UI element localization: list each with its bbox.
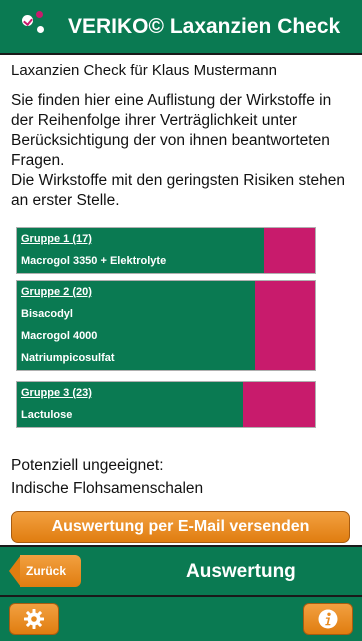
patient-subtitle: Laxanzien Check für Klaus Mustermann <box>11 62 277 79</box>
back-button[interactable]: Zurück <box>9 555 81 587</box>
intro-paragraph-2: Die Wirkstoffe mit den geringsten Risike… <box>11 172 345 209</box>
group-1-card: Gruppe 1 (17) Macrogol 3350 + Elektrolyt… <box>16 227 316 274</box>
intro-text: Sie finden hier eine Auflistung der Wirk… <box>11 91 356 211</box>
nav-bar: Zurück Auswertung <box>0 545 362 595</box>
back-button-label: Zurück <box>20 555 81 587</box>
info-button[interactable] <box>303 603 353 635</box>
unsuitable-label: Potenziell ungeeignet: <box>11 457 164 474</box>
group-3-card: Gruppe 3 (23) Lactulose <box>16 381 316 428</box>
app-title: VERIKO© Laxanzien Check <box>68 15 341 38</box>
group-1-title: Gruppe 1 (17) <box>21 233 92 245</box>
group-3-title: Gruppe 3 (23) <box>21 387 92 399</box>
group-2-card: Gruppe 2 (20) Bisacodyl Macrogol 4000 Na… <box>16 280 316 371</box>
app-header: VERIKO© Laxanzien Check <box>0 0 362 55</box>
veriko-logo-icon <box>22 11 50 41</box>
group-2-item: Natriumpicosulfat <box>21 352 115 364</box>
group-2-title: Gruppe 2 (20) <box>21 286 92 298</box>
group-2-item: Macrogol 4000 <box>21 330 98 342</box>
settings-button[interactable] <box>9 603 59 635</box>
info-icon <box>318 609 338 629</box>
gear-icon <box>24 609 44 629</box>
page-title: Auswertung <box>186 561 296 582</box>
intro-paragraph-1: Sie finden hier eine Auflistung der Wirk… <box>11 92 332 169</box>
unsuitable-item: Indische Flohsamenschalen <box>11 480 204 497</box>
main-content[interactable]: Laxanzien Check für Klaus Mustermann Sie… <box>0 57 362 544</box>
group-1-item: Macrogol 3350 + Elektrolyte <box>21 255 167 267</box>
group-3-item: Lactulose <box>21 409 73 421</box>
footer-toolbar <box>0 595 362 641</box>
group-2-item: Bisacodyl <box>21 308 73 320</box>
send-email-button[interactable]: Auswertung per E-Mail versenden <box>11 511 350 543</box>
